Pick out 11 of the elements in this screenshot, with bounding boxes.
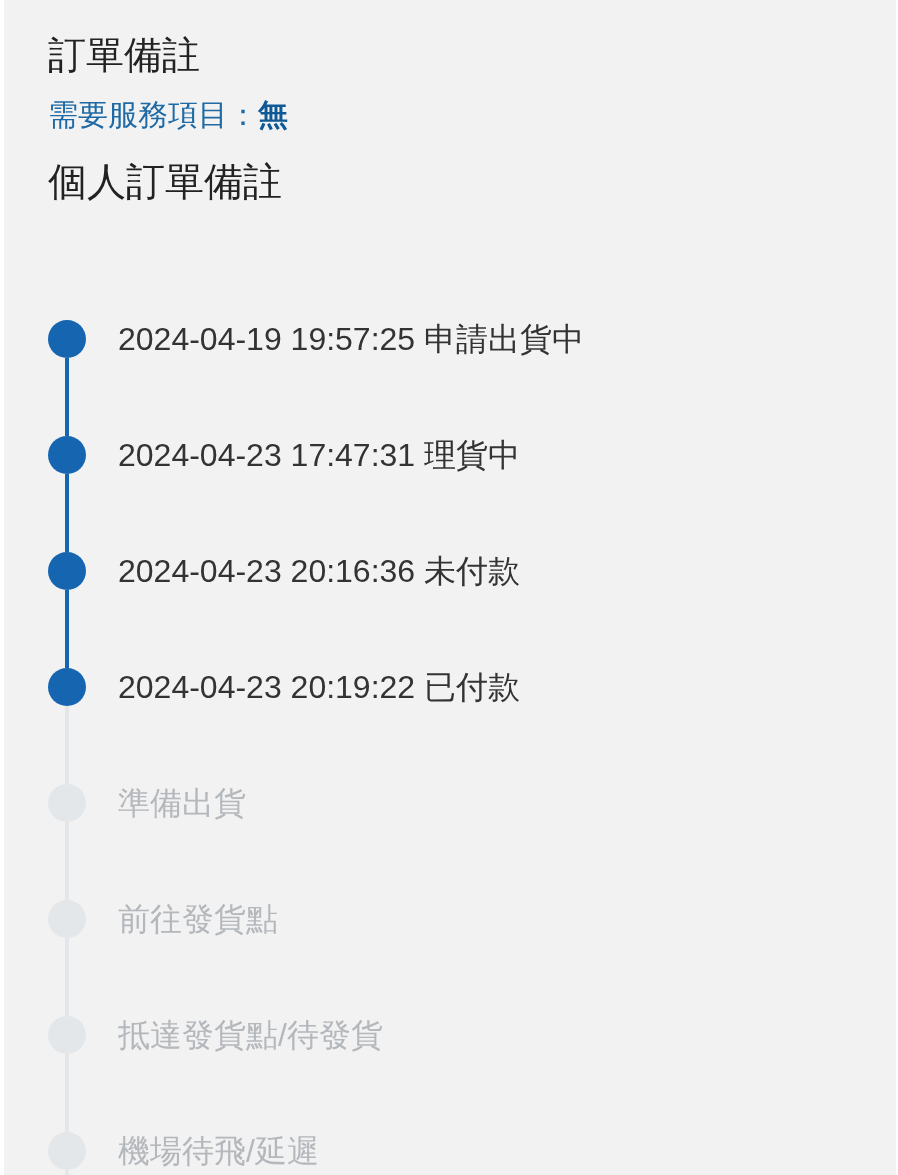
- timeline-status: 抵達發貨點/待發貨: [118, 1016, 383, 1055]
- timeline-status: 準備出貨: [118, 784, 246, 823]
- timeline-status: 機場待飛/延遲: [118, 1132, 319, 1171]
- timeline-status: 2024-04-23 20:16:36 未付款: [118, 552, 521, 591]
- timeline-status: 2024-04-23 20:19:22 已付款: [118, 668, 521, 707]
- section-title: 訂單備註: [48, 33, 201, 78]
- timeline-status: 前往發貨點: [118, 900, 278, 939]
- section-title: 個人訂單備註: [48, 159, 283, 205]
- service-text: 需要服務項目：無: [48, 97, 289, 133]
- timeline-status: 2024-04-23 17:47:31 理貨中: [118, 436, 521, 475]
- timeline-status: 2024-04-19 19:57:25 申請出貨中: [118, 320, 585, 359]
